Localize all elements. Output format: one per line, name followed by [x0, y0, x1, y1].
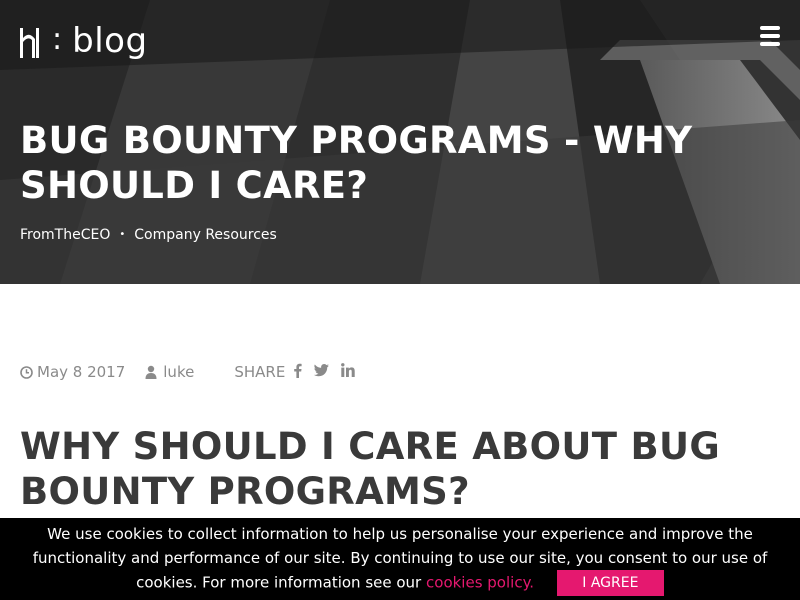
twitter-icon[interactable]: [314, 363, 330, 381]
user-icon: [145, 365, 157, 379]
logo-colon: :: [52, 21, 63, 57]
logo-text: blog: [72, 21, 148, 61]
site-logo[interactable]: : blog: [20, 20, 148, 62]
tag-link-fromtheceo[interactable]: FromTheCEO: [20, 226, 110, 244]
post-tags: FromTheCEO • Company Resources: [20, 226, 277, 244]
tag-separator: •: [119, 229, 126, 240]
page-title: BUG BOUNTY PROGRAMS - WHY SHOULD I CARE?: [20, 119, 693, 207]
clock-icon: [20, 365, 33, 379]
agree-button[interactable]: I AGREE: [556, 570, 664, 596]
post-meta: May 8 2017 luke SHARE: [20, 362, 367, 382]
linkedin-icon[interactable]: [341, 363, 355, 381]
article-heading: WHY SHOULD I CARE ABOUT BUG BOUNTY PROGR…: [20, 425, 720, 513]
post-date-text: May 8 2017: [37, 363, 126, 381]
tag-link-company-resources[interactable]: Company Resources: [134, 226, 277, 244]
post-author-name: luke: [163, 363, 195, 381]
h1-logo-icon: [20, 28, 39, 58]
share-links: SHARE: [234, 363, 367, 382]
cookie-consent-bar: We use cookies to collect information to…: [0, 518, 800, 600]
post-author: luke: [145, 363, 194, 381]
post-date: May 8 2017: [20, 363, 125, 381]
facebook-icon[interactable]: [293, 363, 302, 382]
share-label: SHARE: [234, 363, 286, 381]
hamburger-menu-icon[interactable]: [760, 26, 780, 50]
hero-banner: : blog BUG BOUNTY PROGRAMS - WHY SHOULD …: [0, 0, 800, 284]
cookies-policy-link[interactable]: cookies policy.: [426, 574, 534, 592]
